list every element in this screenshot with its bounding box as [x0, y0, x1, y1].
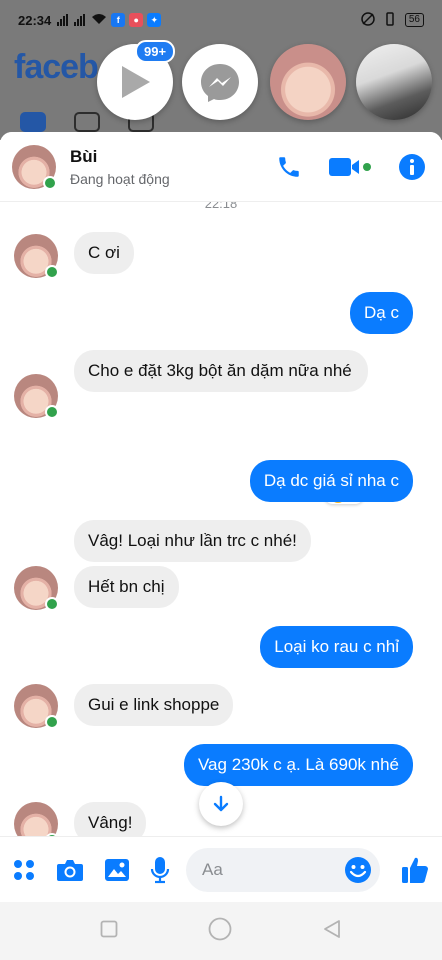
video-camera-icon — [329, 157, 371, 176]
message-composer: Aa — [0, 836, 442, 902]
back-button[interactable] — [322, 919, 342, 944]
grid-icon — [14, 859, 34, 880]
online-indicator — [43, 175, 57, 190]
message-bubble-incoming[interactable]: Gui e link shoppe — [74, 684, 234, 726]
contact-status: Đang hoạt động — [70, 170, 170, 187]
message-bubble-incoming[interactable]: Hết bn chị — [74, 566, 179, 608]
message-bubble-incoming[interactable]: Vâng! — [74, 802, 147, 836]
message-bubble-outgoing[interactable]: Dạ dc giá sỉ nha c — [249, 460, 413, 502]
groups-tab-icon — [74, 112, 100, 132]
battery-indicator: 56 — [404, 13, 424, 27]
info-button[interactable] — [398, 153, 426, 181]
message-bubble-outgoing[interactable]: Loại ko rau c nhỉ — [260, 626, 413, 668]
online-indicator — [45, 405, 59, 419]
signal-icon — [57, 14, 69, 26]
sender-avatar — [14, 374, 59, 419]
status-bar: 22:34 f ● ✦ 56 — [0, 0, 442, 40]
message-bubble-incoming[interactable]: C ơi — [74, 232, 134, 274]
chat-panel: Bùi Đang hoạt động 22:18 C ơi Dạ c Cho e… — [0, 132, 442, 902]
circle-icon — [208, 917, 232, 940]
sender-avatar — [14, 566, 59, 611]
arrow-down-icon — [213, 795, 229, 812]
contact-chat-head[interactable] — [270, 44, 346, 120]
online-indicator — [45, 715, 59, 729]
info-icon — [399, 153, 425, 180]
second-contact-chat-head[interactable] — [356, 44, 432, 120]
emoji-button[interactable] — [344, 856, 372, 884]
like-button[interactable] — [400, 855, 430, 885]
triangle-back-icon — [324, 919, 340, 938]
facebook-notification-icon: f — [111, 13, 126, 27]
microphone-icon — [150, 856, 170, 883]
home-tab-icon — [20, 112, 46, 132]
thumbs-up-icon — [402, 857, 428, 883]
home-button[interactable] — [208, 917, 232, 946]
message-bubble-incoming[interactable]: Cho e đặt 3kg bột ăn dặm nữa nhé — [74, 350, 368, 392]
online-indicator — [45, 265, 59, 279]
recent-apps-button[interactable] — [100, 920, 118, 943]
messenger-icon — [201, 64, 239, 102]
image-icon — [105, 858, 129, 881]
vibrate-icon — [383, 11, 397, 29]
mute-icon — [361, 11, 375, 29]
sender-avatar — [14, 684, 59, 729]
contact-info[interactable]: Bùi Đang hoạt động — [70, 147, 170, 187]
message-list[interactable]: 22:18 C ơi Dạ c Cho e đặt 3kg bột ăn dặm… — [0, 202, 442, 836]
voice-message-button[interactable] — [150, 856, 170, 884]
sender-avatar — [14, 802, 59, 836]
wifi-icon — [91, 13, 107, 28]
unread-badge: 99+ — [135, 40, 176, 63]
message-bubble-outgoing[interactable]: Vag 230k c ạ. Là 690k nhé — [183, 744, 413, 786]
message-timestamp: 22:18 — [204, 202, 238, 211]
messenger-chat-head[interactable] — [182, 44, 258, 120]
online-indicator — [45, 597, 59, 611]
camera-icon — [57, 859, 83, 881]
messenger-notification-icon: ✦ — [147, 13, 162, 27]
emoji-icon — [345, 856, 371, 883]
play-icon — [122, 66, 150, 98]
square-icon — [100, 920, 118, 937]
system-navigation-bar — [0, 902, 442, 960]
more-actions-button[interactable] — [12, 858, 36, 882]
status-time: 22:34 — [18, 12, 52, 28]
phone-icon — [279, 156, 299, 177]
gallery-button[interactable] — [104, 858, 130, 882]
facebook-logo: faceb — [14, 48, 99, 86]
contact-name: Bùi — [70, 146, 98, 166]
app-notification-icon: ● — [129, 13, 144, 27]
chat-header: Bùi Đang hoạt động — [0, 132, 442, 202]
video-call-button[interactable] — [328, 155, 372, 179]
contact-avatar[interactable] — [12, 144, 57, 190]
camera-button[interactable] — [56, 858, 84, 882]
message-input[interactable]: Aa — [186, 847, 380, 892]
sender-avatar — [14, 234, 59, 279]
message-input-placeholder: Aa — [202, 859, 223, 879]
scroll-to-bottom-button[interactable] — [199, 782, 243, 826]
voice-call-button[interactable] — [276, 154, 302, 180]
message-bubble-outgoing[interactable]: Dạ c — [350, 292, 413, 334]
message-bubble-incoming[interactable]: Vâg! Loại như lần trc c nhé! — [74, 520, 311, 562]
signal-icon-2 — [74, 14, 86, 26]
